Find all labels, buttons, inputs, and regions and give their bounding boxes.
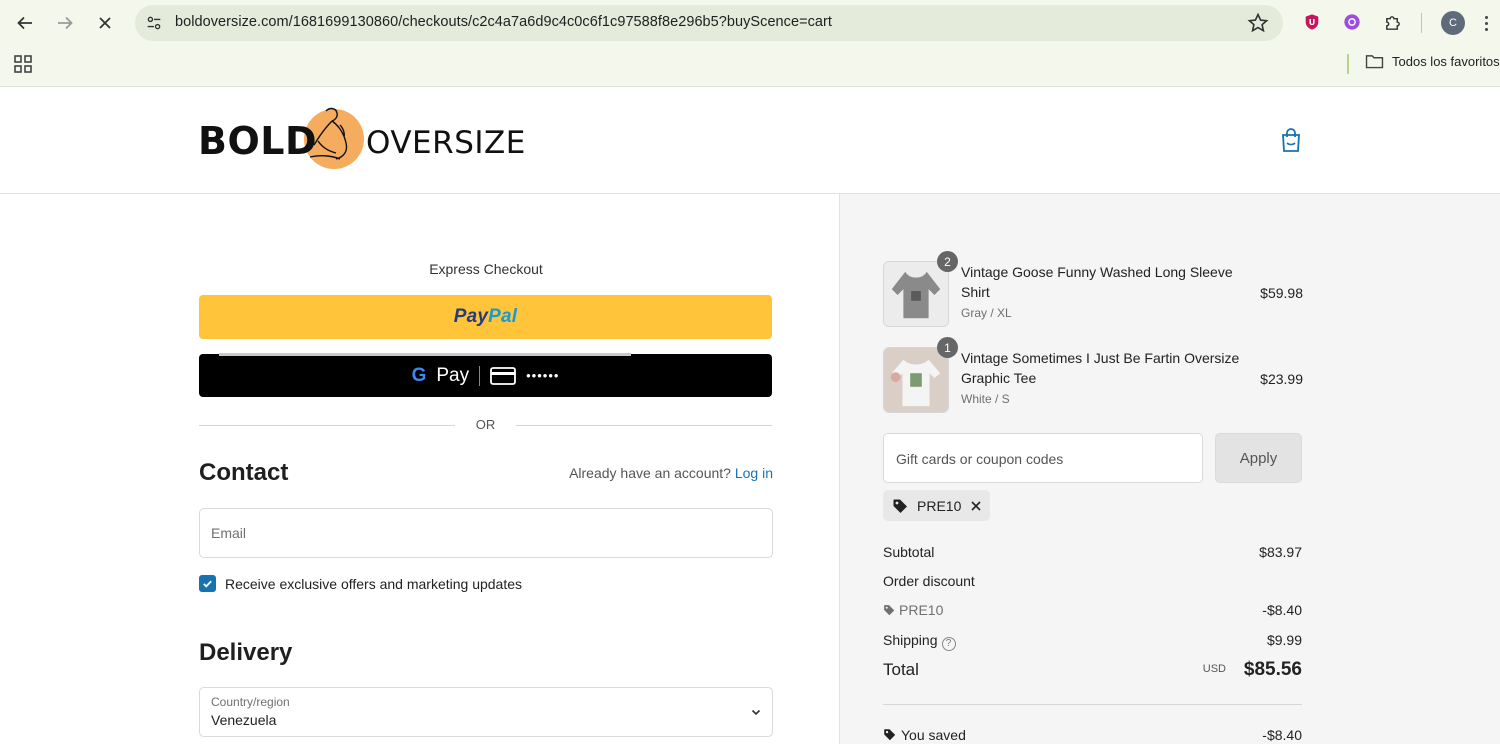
svg-text:U: U: [1309, 17, 1316, 27]
google-g-icon: G: [411, 364, 427, 386]
product-name: Vintage Sometimes I Just Be Fartin Overs…: [961, 350, 1240, 386]
applied-code-label: PRE10: [917, 497, 962, 514]
toolbar-divider: [1421, 13, 1422, 33]
or-line-right: [516, 425, 772, 426]
coupon-code-input[interactable]: Gift cards or coupon codes: [883, 433, 1203, 483]
white-tee-image: [884, 348, 948, 412]
discount-code-label: PRE10: [899, 602, 944, 618]
contact-heading: Contact: [199, 459, 289, 486]
order-discount-label: Order discount: [883, 573, 975, 589]
country-label: Country/region: [211, 695, 290, 709]
site-header: BOLD OVERSIZE: [0, 87, 1500, 194]
savings-row: You saved -$8.40: [883, 727, 1302, 743]
marketing-optin[interactable]: Receive exclusive offers and marketing u…: [199, 575, 522, 592]
gpay-separator: [479, 365, 481, 386]
google-pay-button[interactable]: G Pay ••••••: [199, 354, 772, 397]
subtotal-label: Subtotal: [883, 544, 935, 560]
product-thumbnail: [883, 261, 949, 327]
checkmark-icon: [203, 580, 212, 588]
tag-icon: [884, 729, 896, 741]
bookmarks-folder-label: Todos los favoritos: [1392, 54, 1500, 69]
apply-coupon-button[interactable]: Apply: [1215, 433, 1302, 483]
quantity-badge: 1: [937, 337, 958, 358]
email-field[interactable]: Email: [199, 508, 773, 558]
applied-discount-chip: PRE10: [883, 490, 990, 521]
bookmark-star-icon[interactable]: [1247, 12, 1269, 34]
paypal-label-part2: Pal: [488, 306, 518, 327]
credit-card-icon: [490, 366, 517, 385]
logo-text-oversize: OVERSIZE: [366, 125, 526, 161]
address-bar[interactable]: boldoversize.com/1681699130860/checkouts…: [135, 5, 1283, 41]
login-link[interactable]: Log in: [735, 465, 773, 481]
summary-divider: [883, 704, 1302, 705]
quantity-badge: 2: [937, 251, 958, 272]
discount-code-row: PRE10 -$8.40: [883, 602, 1302, 618]
total-amount: $85.56: [1243, 659, 1302, 680]
product-name: Vintage Goose Funny Washed Long Sleeve S…: [961, 264, 1233, 300]
url-text[interactable]: boldoversize.com/1681699130860/checkouts…: [175, 14, 832, 30]
saved-label: You saved: [901, 727, 966, 743]
coupon-placeholder: Gift cards or coupon codes: [896, 451, 1064, 467]
browser-menu-icon[interactable]: [1476, 11, 1496, 35]
logo-text-bold: BOLD: [198, 119, 318, 163]
product-variant: Gray / XL: [961, 306, 1012, 320]
cart-line-item: 1 Vintage Sometimes I Just Be Fartin Ove…: [883, 337, 1303, 413]
email-placeholder: Email: [211, 525, 247, 541]
paypal-label-part1: Pay: [453, 306, 489, 327]
arrow-right-icon: [58, 16, 73, 30]
forward-button[interactable]: [50, 8, 80, 38]
marketing-label: Receive exclusive offers and marketing u…: [225, 575, 523, 592]
total-row: Total USD $85.56: [883, 659, 1302, 680]
total-label: Total: [883, 660, 919, 679]
cart-line-item: 2 Vintage Goose Funny Washed Long Sleeve…: [883, 251, 1303, 327]
close-icon: [99, 17, 111, 29]
subtotal-row: Subtotal $83.97: [883, 544, 1302, 560]
gpay-label: Pay: [436, 364, 470, 386]
order-discount-row: Order discount: [883, 573, 1302, 589]
country-select[interactable]: Country/region Venezuela: [199, 687, 773, 737]
shopping-bag-icon[interactable]: [1280, 127, 1302, 153]
help-icon[interactable]: ?: [941, 637, 956, 651]
site-settings-icon[interactable]: [143, 12, 165, 34]
profile-avatar[interactable]: C: [1441, 11, 1465, 35]
marketing-checkbox[interactable]: [199, 575, 216, 592]
paypal-button[interactable]: Pay Pal: [199, 295, 772, 339]
browser-chrome: boldoversize.com/1681699130860/checkouts…: [0, 0, 1500, 87]
folder-icon: [1365, 55, 1384, 69]
stop-loading-button[interactable]: [90, 8, 120, 38]
shipping-value: $9.99: [1266, 632, 1302, 648]
extensions-puzzle-icon[interactable]: [1381, 11, 1403, 33]
country-value: Venezuela: [211, 712, 277, 728]
product-price: $59.98: [1260, 285, 1303, 301]
ublock-extension-icon[interactable]: U: [1301, 11, 1323, 33]
gpay-loading-bar: [219, 353, 631, 356]
account-prompt-text: Already have an account?: [569, 465, 731, 481]
delivery-heading: Delivery: [199, 639, 293, 666]
tag-icon: [884, 605, 895, 616]
product-variant: White / S: [961, 392, 1010, 406]
card-number-dots: ••••••: [526, 368, 560, 383]
total-currency: USD: [1202, 663, 1226, 675]
chevron-down-icon: [751, 709, 761, 716]
product-price: $23.99: [1260, 371, 1303, 387]
product-thumbnail: [883, 347, 949, 413]
discount-value: -$8.40: [1262, 602, 1302, 618]
saved-value: -$8.40: [1262, 727, 1302, 743]
express-checkout-title: Express Checkout: [429, 261, 543, 277]
subtotal-value: $83.97: [1259, 544, 1302, 560]
shipping-label: Shipping: [883, 632, 938, 648]
apps-grid-icon[interactable]: [14, 55, 32, 73]
shipping-row: Shipping? $9.99: [883, 632, 1302, 651]
bookmarks-divider: [1347, 54, 1349, 74]
arrow-left-icon: [17, 16, 32, 30]
tag-icon: [893, 499, 907, 513]
remove-discount-icon[interactable]: [970, 500, 982, 512]
account-prompt: Already have an account? Log in: [569, 465, 773, 481]
back-button[interactable]: [10, 8, 40, 38]
store-logo[interactable]: BOLD OVERSIZE: [198, 105, 538, 169]
gray-shirt-image: [884, 262, 948, 326]
or-divider: OR: [199, 416, 772, 434]
purple-extension-icon[interactable]: [1341, 11, 1363, 33]
bookmarks-folder[interactable]: Todos los favoritos: [1365, 54, 1500, 69]
